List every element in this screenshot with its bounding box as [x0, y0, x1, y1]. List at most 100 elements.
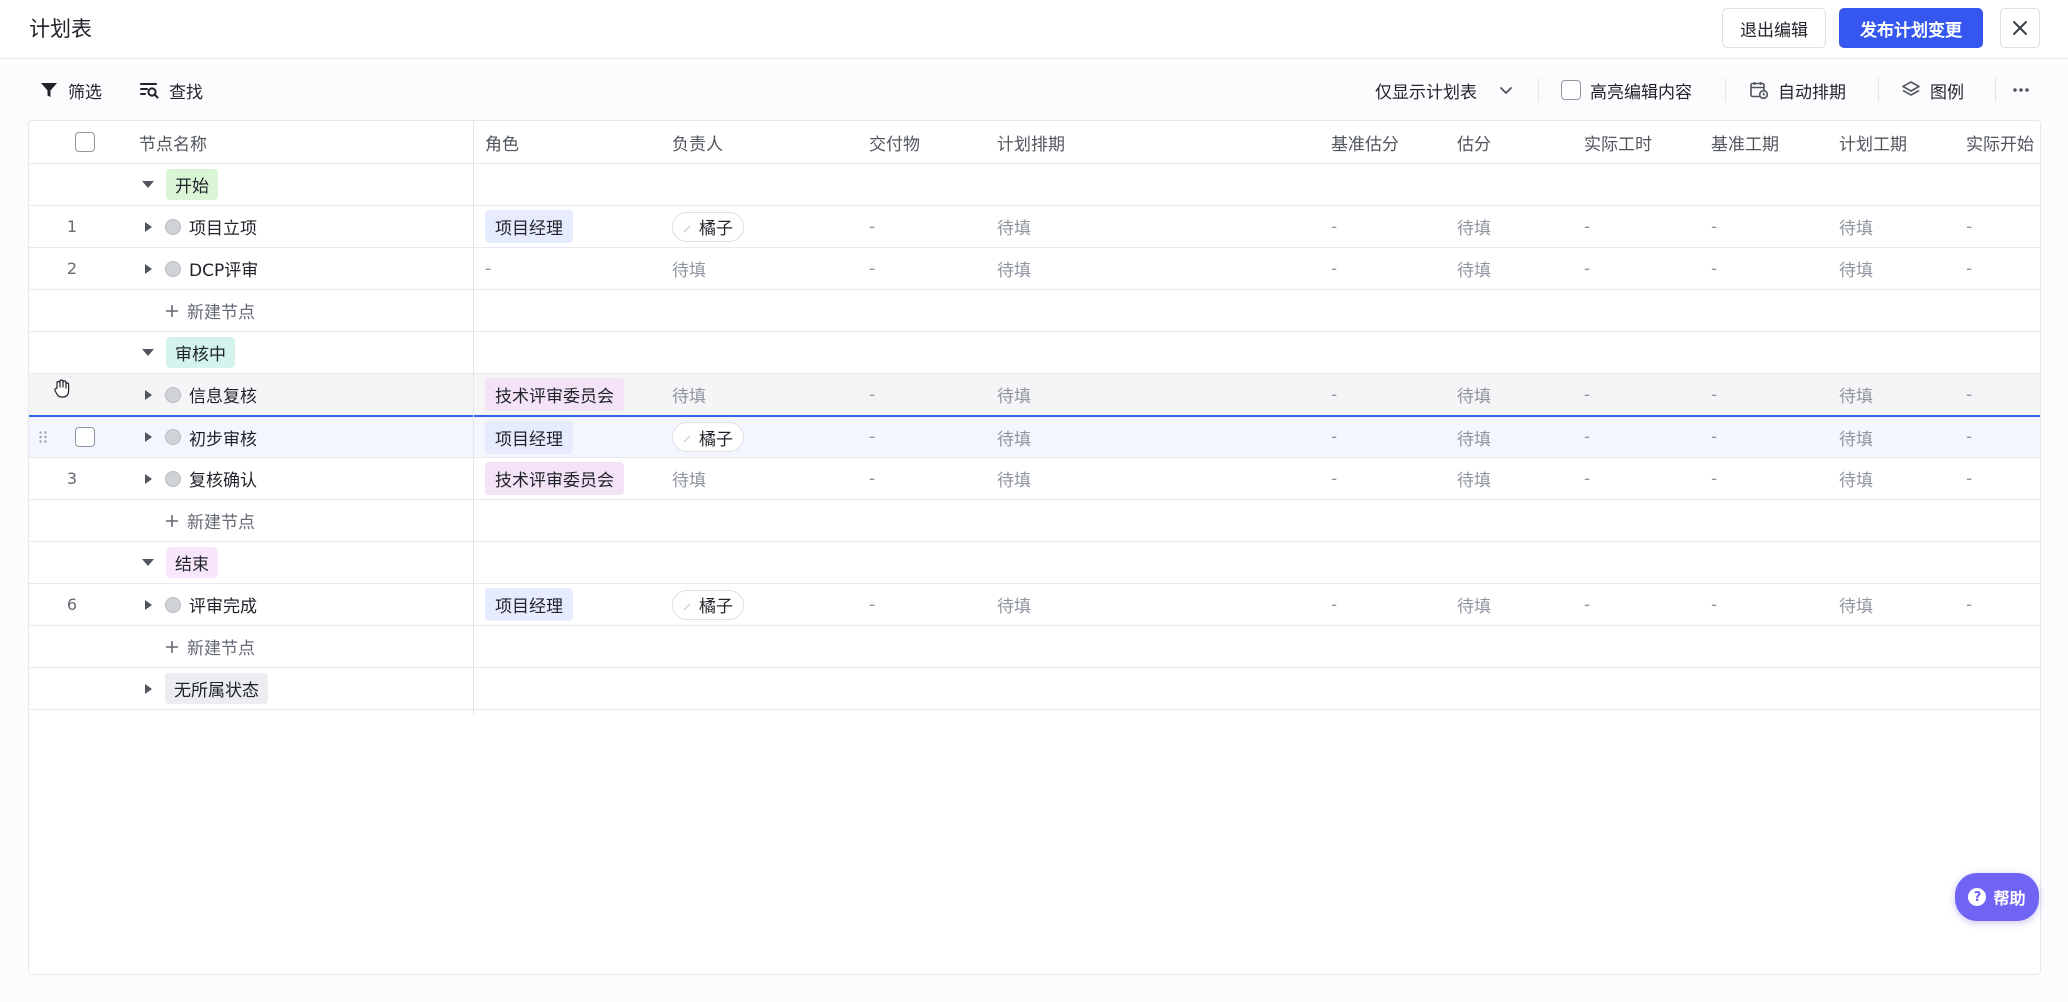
owner-chip[interactable]: 橘子 — [672, 422, 744, 452]
schedule-cell[interactable]: 待填 — [997, 584, 1031, 625]
publish-plan-button[interactable]: 发布计划变更 — [1839, 8, 1983, 48]
table-row[interactable]: 信息复核 技术评审委员会 待填 - 待填 - 待填 - - 待填 - — [29, 374, 2040, 416]
highlight-edits-toggle[interactable]: 高亮编辑内容 — [1561, 77, 1692, 103]
base-duration-cell[interactable]: - — [1711, 584, 1717, 625]
actual-hours-cell[interactable]: - — [1584, 584, 1590, 625]
search-button[interactable]: 查找 — [139, 77, 203, 103]
node-name-cell[interactable]: 项目立项 — [145, 206, 257, 247]
table-row[interactable]: 2 DCP评审 - 待填 - 待填 - 待填 - - 待填 - — [29, 248, 2040, 290]
table-row[interactable]: 1 项目立项 项目经理 橘子 - 待填 - 待填 - - 待填 - — [29, 206, 2040, 248]
legend-button[interactable]: 图例 — [1901, 77, 1964, 103]
node-name-cell[interactable]: DCP评审 — [145, 248, 258, 289]
more-button[interactable] — [2011, 77, 2031, 103]
column-header[interactable]: 实际开始 — [1966, 121, 2034, 163]
caret-right-icon[interactable] — [145, 221, 152, 232]
add-node-button[interactable]: 新建节点 — [165, 298, 255, 323]
exit-edit-button[interactable]: 退出编辑 — [1722, 8, 1826, 48]
estimate-cell[interactable]: 待填 — [1457, 374, 1491, 415]
column-header[interactable]: 计划工期 — [1839, 121, 1907, 163]
owner-cell[interactable]: 待填 — [672, 458, 706, 499]
schedule-cell[interactable]: 待填 — [997, 374, 1031, 415]
actual-start-cell[interactable]: - — [1966, 206, 1972, 247]
caret-right-icon[interactable] — [145, 432, 152, 442]
estimate-cell[interactable]: 待填 — [1457, 584, 1491, 625]
actual-hours-cell[interactable]: - — [1584, 206, 1590, 247]
role-tag[interactable]: 项目经理 — [485, 420, 573, 454]
role-tag[interactable]: 项目经理 — [485, 588, 573, 621]
column-header[interactable]: 计划排期 — [997, 121, 1065, 163]
actual-start-cell[interactable]: - — [1966, 374, 1972, 415]
schedule-cell[interactable]: 待填 — [997, 206, 1031, 247]
node-name-cell[interactable]: 评审完成 — [145, 584, 257, 625]
base-duration-cell[interactable]: - — [1711, 458, 1717, 499]
node-name-cell[interactable]: 初步审核 — [145, 417, 257, 457]
base-duration-cell[interactable]: - — [1711, 248, 1717, 289]
plan-duration-cell[interactable]: 待填 — [1839, 458, 1873, 499]
schedule-cell[interactable]: 待填 — [997, 248, 1031, 289]
deliverable-cell[interactable]: - — [869, 206, 875, 247]
table-row[interactable]: 6 评审完成 项目经理 橘子 - 待填 - 待填 - - 待填 - — [29, 584, 2040, 626]
role-cell[interactable]: - — [485, 248, 491, 289]
estimate-cell[interactable]: 待填 — [1457, 206, 1491, 247]
row-checkbox[interactable] — [75, 427, 95, 447]
base-estimate-cell[interactable]: - — [1331, 584, 1337, 625]
owner-cell[interactable]: 待填 — [672, 248, 706, 289]
actual-start-cell[interactable]: - — [1966, 584, 1972, 625]
schedule-cell[interactable]: 待填 — [997, 417, 1031, 457]
group-toggle[interactable]: 审核中 — [142, 332, 235, 373]
actual-start-cell[interactable]: - — [1966, 248, 1972, 289]
base-estimate-cell[interactable]: - — [1331, 206, 1337, 247]
base-estimate-cell[interactable]: - — [1331, 248, 1337, 289]
deliverable-cell[interactable]: - — [869, 374, 875, 415]
base-duration-cell[interactable]: - — [1711, 417, 1717, 457]
column-header[interactable]: 交付物 — [869, 121, 920, 163]
owner-cell[interactable]: 待填 — [672, 374, 706, 415]
column-header[interactable]: 基准估分 — [1331, 121, 1399, 163]
role-tag[interactable]: 技术评审委员会 — [485, 462, 624, 495]
caret-right-icon[interactable] — [145, 263, 152, 274]
add-node-button[interactable]: 新建节点 — [165, 508, 255, 533]
base-duration-cell[interactable]: - — [1711, 374, 1717, 415]
role-tag[interactable]: 项目经理 — [485, 210, 573, 243]
group-toggle[interactable]: 开始 — [142, 164, 218, 205]
owner-chip[interactable]: 橘子 — [672, 211, 744, 242]
estimate-cell[interactable]: 待填 — [1457, 248, 1491, 289]
table-row-selected[interactable]: 初步审核 项目经理 橘子 - 待填 - 待填 - - 待填 - — [29, 415, 2040, 458]
deliverable-cell[interactable]: - — [869, 248, 875, 289]
add-node-button[interactable]: 新建节点 — [165, 634, 255, 659]
drag-handle-icon[interactable] — [38, 417, 50, 457]
column-header[interactable]: 负责人 — [672, 121, 723, 163]
node-name-cell[interactable]: 信息复核 — [145, 374, 257, 415]
close-button[interactable] — [2000, 8, 2040, 48]
schedule-cell[interactable]: 待填 — [997, 458, 1031, 499]
role-tag[interactable]: 技术评审委员会 — [485, 378, 624, 411]
group-toggle[interactable]: 无所属状态 — [145, 668, 268, 709]
actual-hours-cell[interactable]: - — [1584, 374, 1590, 415]
auto-schedule-button[interactable]: 自动排期 — [1749, 77, 1846, 103]
plan-duration-cell[interactable]: 待填 — [1839, 248, 1873, 289]
actual-hours-cell[interactable]: - — [1584, 417, 1590, 457]
help-button[interactable]: ? 帮助 — [1955, 873, 2039, 921]
view-select[interactable]: 仅显示计划表 — [1375, 77, 1514, 103]
plan-duration-cell[interactable]: 待填 — [1839, 374, 1873, 415]
plan-duration-cell[interactable]: 待填 — [1839, 417, 1873, 457]
plan-duration-cell[interactable]: 待填 — [1839, 206, 1873, 247]
column-header[interactable]: 角色 — [485, 121, 519, 163]
owner-chip[interactable]: 橘子 — [672, 589, 744, 620]
estimate-cell[interactable]: 待填 — [1457, 417, 1491, 457]
filter-button[interactable]: 筛选 — [39, 77, 102, 103]
caret-right-icon[interactable] — [145, 473, 152, 484]
base-estimate-cell[interactable]: - — [1331, 374, 1337, 415]
base-estimate-cell[interactable]: - — [1331, 417, 1337, 457]
caret-right-icon[interactable] — [145, 599, 152, 610]
base-duration-cell[interactable]: - — [1711, 206, 1717, 247]
column-header[interactable]: 实际工时 — [1584, 121, 1652, 163]
table-row[interactable]: 3 复核确认 技术评审委员会 待填 - 待填 - 待填 - - 待填 - — [29, 458, 2040, 500]
actual-hours-cell[interactable]: - — [1584, 458, 1590, 499]
column-header[interactable]: 基准工期 — [1711, 121, 1779, 163]
estimate-cell[interactable]: 待填 — [1457, 458, 1491, 499]
column-header[interactable]: 估分 — [1457, 121, 1491, 163]
caret-right-icon[interactable] — [145, 389, 152, 400]
plan-duration-cell[interactable]: 待填 — [1839, 584, 1873, 625]
base-estimate-cell[interactable]: - — [1331, 458, 1337, 499]
